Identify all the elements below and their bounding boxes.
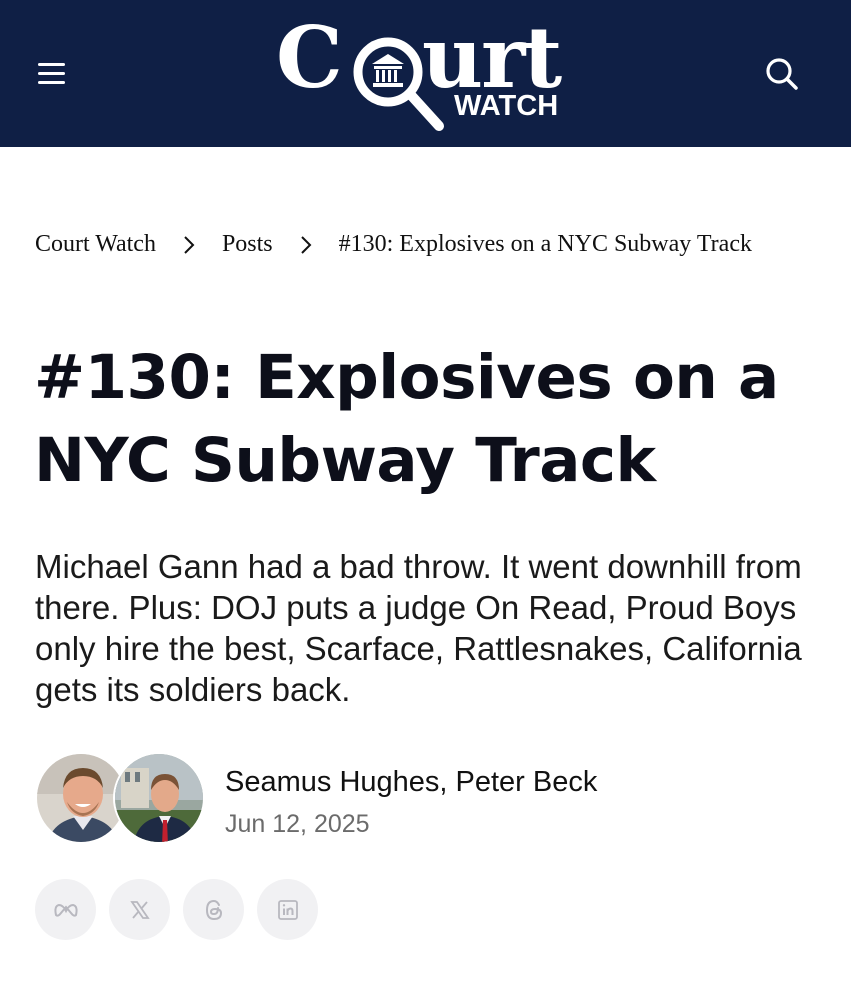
- linkedin-icon: [277, 899, 298, 920]
- author-photo: [115, 754, 203, 842]
- share-meta-button[interactable]: [35, 879, 96, 940]
- menu-bar: [38, 72, 65, 75]
- court-watch-logo[interactable]: C urt WATCH: [272, 8, 572, 134]
- article-authors[interactable]: Seamus Hughes, Peter Beck: [225, 766, 597, 799]
- menu-bar: [38, 81, 65, 84]
- meta-icon: [53, 903, 78, 917]
- x-icon: [129, 900, 150, 919]
- site-header: C urt WATCH: [0, 0, 851, 147]
- byline: Seamus Hughes, Peter Beck Jun 12, 2025: [35, 752, 735, 848]
- logo-text-c: C: [276, 8, 343, 107]
- chevron-right-icon: [156, 231, 222, 258]
- logo-text-watch: WATCH: [454, 90, 559, 122]
- search-button[interactable]: [764, 56, 800, 92]
- share-bar: [35, 879, 318, 940]
- article-title-line: #130: Explosives on a: [34, 342, 779, 413]
- chevron-right-icon: [273, 231, 339, 258]
- breadcrumb-current: #130: Explosives on a NYC Subway Track: [338, 230, 752, 257]
- avatar[interactable]: [113, 752, 205, 844]
- search-icon: [766, 58, 798, 90]
- breadcrumb: Court Watch Posts #130: Explosives on a …: [35, 226, 752, 262]
- menu-bar: [38, 63, 65, 66]
- threads-icon: [205, 899, 222, 920]
- breadcrumb-home-link[interactable]: Court Watch: [35, 231, 156, 258]
- share-x-button[interactable]: [109, 879, 170, 940]
- article-subtitle: Michael Gann had a bad throw. It went do…: [35, 548, 802, 708]
- menu-button[interactable]: [36, 60, 68, 88]
- share-linkedin-button[interactable]: [257, 879, 318, 940]
- article-title: #130: Explosives on a NYC Subway Track: [34, 336, 824, 502]
- article-date: Jun 12, 2025: [225, 810, 370, 838]
- share-threads-button[interactable]: [183, 879, 244, 940]
- article-title-line: NYC Subway Track: [34, 425, 656, 496]
- breadcrumb-posts-link[interactable]: Posts: [222, 231, 273, 258]
